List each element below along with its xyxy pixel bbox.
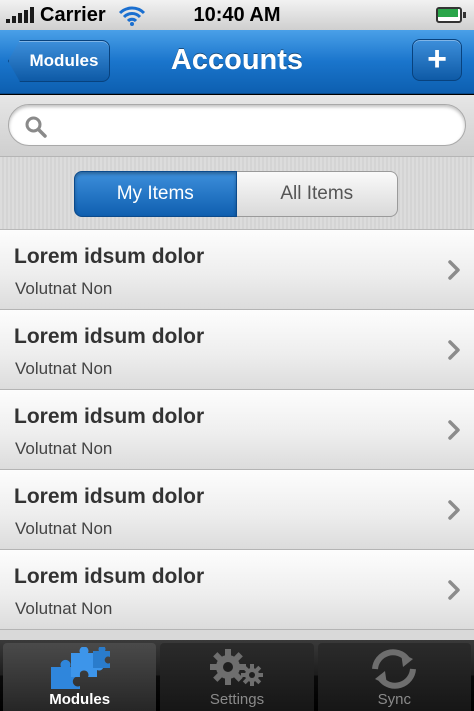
list-item-title: Lorem idsum dolor [14,565,205,588]
chevron-right-icon [448,260,460,280]
list-item[interactable]: Lorem idsum dolor Volutnat Non [0,390,474,470]
segmented-control: My Items All Items [74,171,398,217]
accounts-list: Lorem idsum dolor Volutnat Non Lorem ids… [0,230,474,640]
chevron-right-icon [448,500,460,520]
segment-my-items[interactable]: My Items [74,171,237,217]
status-bar: Carrier 10:40 AM [0,0,474,30]
list-item-subtitle: Volutnat Non [15,439,113,458]
tab-bar: Modules Settings Sync [0,640,474,711]
clock: 10:40 AM [193,4,281,26]
tab-label: Settings [209,691,265,708]
list-item[interactable]: Lorem idsum dolor Volutnat Non [0,470,474,550]
search-icon [25,116,47,138]
add-button[interactable]: + [412,39,462,81]
battery-icon [436,7,466,23]
chevron-right-icon [448,340,460,360]
tab-label: Modules [49,691,111,708]
tab-label: Sync [377,691,411,708]
tab-modules[interactable]: Modules [3,643,157,711]
search-bar [0,95,474,157]
gears-icon [209,649,263,686]
list-item-subtitle: Volutnat Non [15,359,113,378]
list-item[interactable]: Lorem idsum dolor Volutnat Non [0,550,474,630]
navigation-bar: Modules Accounts + [0,30,474,94]
sync-icon [372,649,417,689]
list-item-title: Lorem idsum dolor [14,325,205,348]
list-item[interactable]: Lorem idsum dolor Volutnat Non [0,310,474,390]
list-item-subtitle: Volutnat Non [15,599,113,618]
puzzle-icon [50,647,110,689]
list-item-title: Lorem idsum dolor [14,245,205,268]
page-title: Accounts [170,44,304,76]
list-item-title: Lorem idsum dolor [14,405,205,428]
segment-all-items[interactable]: All Items [236,171,398,217]
tab-sync[interactable]: Sync [317,643,471,711]
chevron-right-icon [448,580,460,600]
list-item-subtitle: Volutnat Non [15,519,113,538]
list-item-subtitle: Volutnat Non [15,279,113,298]
search-input[interactable] [8,104,466,146]
list-item[interactable]: Lorem idsum dolor Volutnat Non [0,230,474,310]
tab-settings[interactable]: Settings [160,643,314,711]
filter-segment-area: My Items All Items [0,157,474,230]
list-item-title: Lorem idsum dolor [14,485,205,508]
chevron-right-icon [448,420,460,440]
